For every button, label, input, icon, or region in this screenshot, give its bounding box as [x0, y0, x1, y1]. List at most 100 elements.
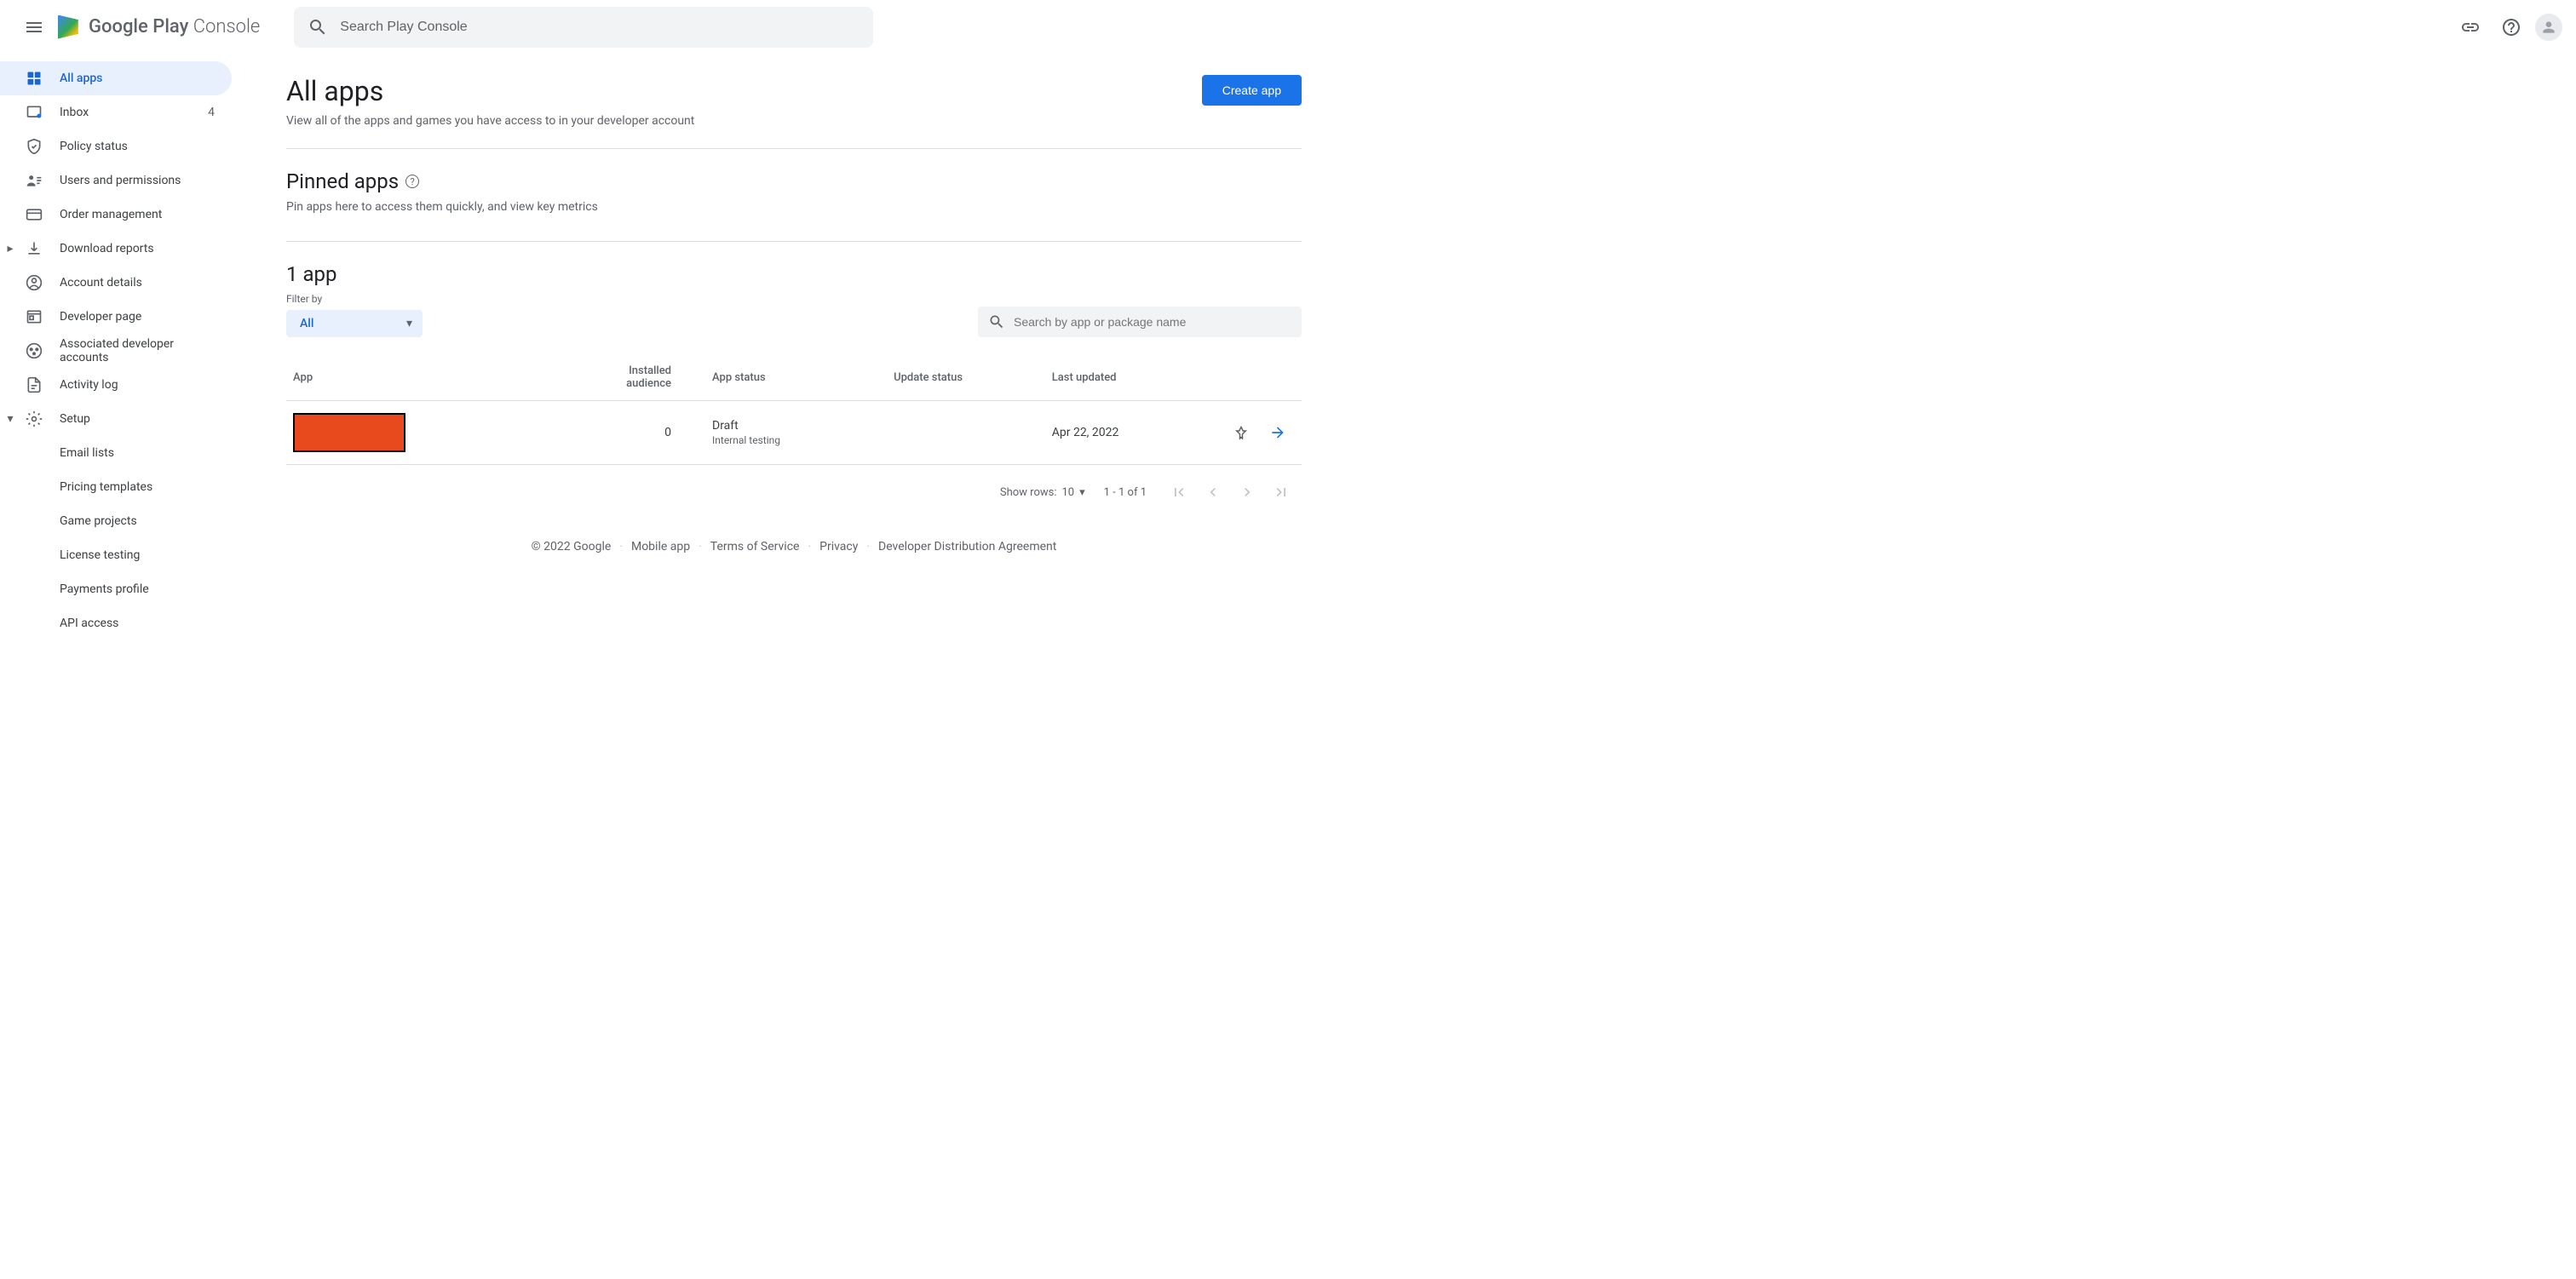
sidebar-item-download-reports[interactable]: ▸ Download reports	[0, 232, 232, 266]
header-actions	[2453, 10, 2562, 44]
collapse-icon[interactable]: ▾	[3, 412, 17, 426]
cell-installed: 0	[576, 401, 678, 465]
inbox-icon	[24, 102, 44, 123]
pin-icon	[1233, 426, 1249, 441]
footer: © 2022 Google · Mobile app · Terms of Se…	[286, 519, 1302, 574]
product-logo[interactable]: Google Play Console	[58, 15, 260, 39]
link-button[interactable]	[2453, 10, 2487, 44]
create-app-button[interactable]: Create app	[1202, 75, 1302, 106]
page-title: All apps	[286, 75, 383, 107]
filter-value: All	[300, 317, 313, 330]
search-input[interactable]	[340, 20, 860, 35]
sidebar-sub-payments-profile[interactable]: Payments profile	[0, 572, 239, 606]
sidebar-sub-license-testing[interactable]: License testing	[0, 538, 239, 572]
th-app: App	[286, 354, 576, 401]
sidebar-item-associated-accounts[interactable]: Associated developer accounts	[0, 334, 232, 368]
pinned-apps-subtitle: Pin apps here to access them quickly, an…	[286, 200, 1302, 214]
divider	[286, 241, 1302, 242]
page-icon	[24, 307, 44, 327]
global-search[interactable]	[294, 7, 873, 48]
table-row[interactable]: 0 Draft Internal testing Apr 22, 2022	[286, 401, 1302, 465]
footer-link-mobile[interactable]: Mobile app	[631, 540, 690, 553]
prev-page-button[interactable]	[1199, 479, 1227, 506]
th-installed: Installed audience	[576, 354, 678, 401]
sidebar-item-setup[interactable]: ▾ Setup	[0, 402, 232, 436]
sidebar-item-developer-page[interactable]: Developer page	[0, 300, 232, 334]
last-page-button[interactable]	[1268, 479, 1295, 506]
help-icon	[2501, 17, 2521, 37]
product-name: Google Play Console	[89, 16, 260, 37]
search-icon	[988, 313, 1005, 330]
next-page-button[interactable]	[1233, 479, 1261, 506]
sidebar-item-all-apps[interactable]: All apps	[0, 61, 232, 95]
table-header-row: App Installed audience App status Update…	[286, 354, 1302, 401]
first-page-button[interactable]	[1165, 479, 1193, 506]
help-circle-icon[interactable]: ?	[405, 175, 419, 188]
group-icon	[24, 341, 44, 361]
sidebar-item-order-management[interactable]: Order management	[0, 198, 232, 232]
pin-button[interactable]	[1224, 416, 1258, 450]
footer-link-terms[interactable]: Terms of Service	[710, 540, 800, 553]
sidebar-item-activity-log[interactable]: Activity log	[0, 368, 232, 402]
show-rows-label: Show rows:	[1000, 486, 1057, 499]
menu-button[interactable]	[14, 7, 55, 48]
sidebar-item-policy-status[interactable]: Policy status	[0, 129, 232, 163]
last-page-icon	[1273, 484, 1290, 501]
cell-app	[286, 401, 576, 465]
sidebar-item-label: Setup	[60, 412, 221, 426]
status-subtext: Internal testing	[712, 434, 880, 446]
person-icon	[2540, 19, 2557, 36]
chevron-left-icon	[1205, 484, 1222, 501]
sidebar: All apps Inbox 4 Policy status Users and…	[0, 54, 239, 640]
account-avatar[interactable]	[2535, 14, 2562, 41]
search-icon	[308, 17, 328, 37]
status-text: Draft	[712, 419, 880, 433]
document-icon	[24, 375, 44, 395]
page-layout: All apps Inbox 4 Policy status Users and…	[0, 54, 2576, 640]
app-search-input[interactable]	[1014, 315, 1291, 329]
open-button[interactable]	[1261, 416, 1295, 450]
footer-link-privacy[interactable]: Privacy	[819, 540, 858, 553]
cell-status: Draft Internal testing	[678, 401, 887, 465]
sidebar-sub-email-lists[interactable]: Email lists	[0, 436, 239, 470]
expand-icon[interactable]: ▸	[3, 242, 17, 255]
account-icon	[24, 272, 44, 293]
pagination: Show rows: 10 ▾ 1 - 1 of 1	[286, 465, 1302, 519]
sidebar-sub-pricing-templates[interactable]: Pricing templates	[0, 470, 239, 504]
download-icon	[24, 238, 44, 259]
app-search[interactable]	[978, 307, 1302, 337]
sidebar-item-label: Account details	[60, 276, 221, 290]
sidebar-item-label: All apps	[60, 72, 221, 85]
card-icon	[24, 204, 44, 225]
first-page-icon	[1170, 484, 1187, 501]
apps-icon	[24, 68, 44, 89]
play-console-icon	[58, 15, 82, 39]
sidebar-item-label: Developer page	[60, 310, 221, 324]
chevron-right-icon	[1239, 484, 1256, 501]
th-updated: Last updated	[1045, 354, 1199, 401]
cell-last-updated: Apr 22, 2022	[1045, 401, 1199, 465]
sidebar-item-users[interactable]: Users and permissions	[0, 163, 232, 198]
hamburger-icon	[24, 17, 44, 37]
sidebar-sub-game-projects[interactable]: Game projects	[0, 504, 239, 538]
shield-icon	[24, 136, 44, 157]
apps-table: App Installed audience App status Update…	[286, 354, 1302, 465]
help-button[interactable]	[2494, 10, 2528, 44]
filter-group: Filter by All	[286, 293, 423, 337]
sidebar-item-label: Users and permissions	[60, 174, 221, 187]
filter-dropdown[interactable]: All	[286, 310, 423, 337]
sidebar-item-account-details[interactable]: Account details	[0, 266, 232, 300]
cell-update-status	[887, 401, 1045, 465]
filter-label: Filter by	[286, 293, 423, 305]
main-content: All apps Create app View all of the apps…	[239, 54, 1329, 640]
rows-per-page[interactable]: Show rows: 10 ▾	[1000, 486, 1085, 499]
gear-icon	[24, 409, 44, 429]
divider	[286, 148, 1302, 149]
page-header: All apps Create app	[286, 75, 1302, 107]
pinned-apps-title: Pinned apps ?	[286, 169, 1302, 193]
filter-row: Filter by All	[286, 293, 1302, 337]
footer-link-dda[interactable]: Developer Distribution Agreement	[878, 540, 1056, 553]
rows-value: 10	[1062, 486, 1075, 499]
sidebar-sub-api-access[interactable]: API access	[0, 606, 239, 640]
sidebar-item-inbox[interactable]: Inbox 4	[0, 95, 232, 129]
